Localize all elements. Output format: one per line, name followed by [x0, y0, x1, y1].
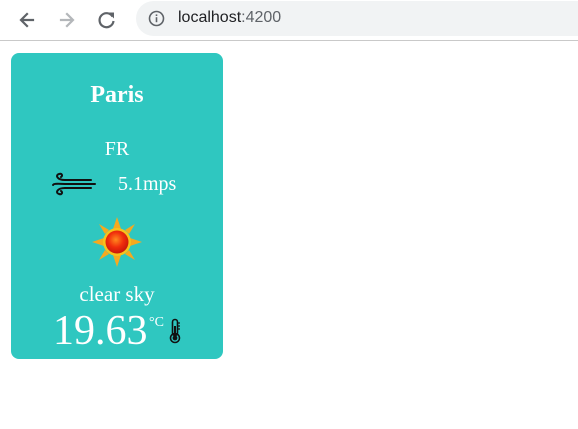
city-name: Paris — [90, 82, 144, 108]
thermometer-icon — [169, 318, 181, 344]
url-text[interactable]: localhost:4200 — [178, 8, 281, 28]
address-bar[interactable]: localhost:4200 — [136, 1, 578, 36]
reload-button[interactable] — [93, 6, 121, 34]
url-host: localhost — [178, 9, 242, 26]
reload-icon — [98, 12, 115, 29]
weather-card: Paris FR 5.1mps clear sky 19.63 °C — [11, 53, 223, 359]
url-port: :4200 — [241, 9, 282, 26]
back-button[interactable] — [13, 6, 41, 34]
wind-icon — [52, 172, 96, 196]
wind-speed: 5.1mps — [118, 173, 177, 195]
sun-icon — [92, 217, 142, 267]
browser-toolbar: localhost:4200 — [0, 0, 578, 41]
country-code: FR — [104, 138, 130, 160]
weather-description: clear sky — [79, 282, 155, 306]
info-circle-icon[interactable] — [148, 10, 165, 27]
arrow-left-icon — [19, 12, 35, 28]
temperature-unit: °C — [149, 315, 164, 330]
temperature-value: 19.63 — [53, 308, 148, 354]
forward-button[interactable] — [53, 6, 81, 34]
arrow-right-icon — [59, 12, 75, 28]
